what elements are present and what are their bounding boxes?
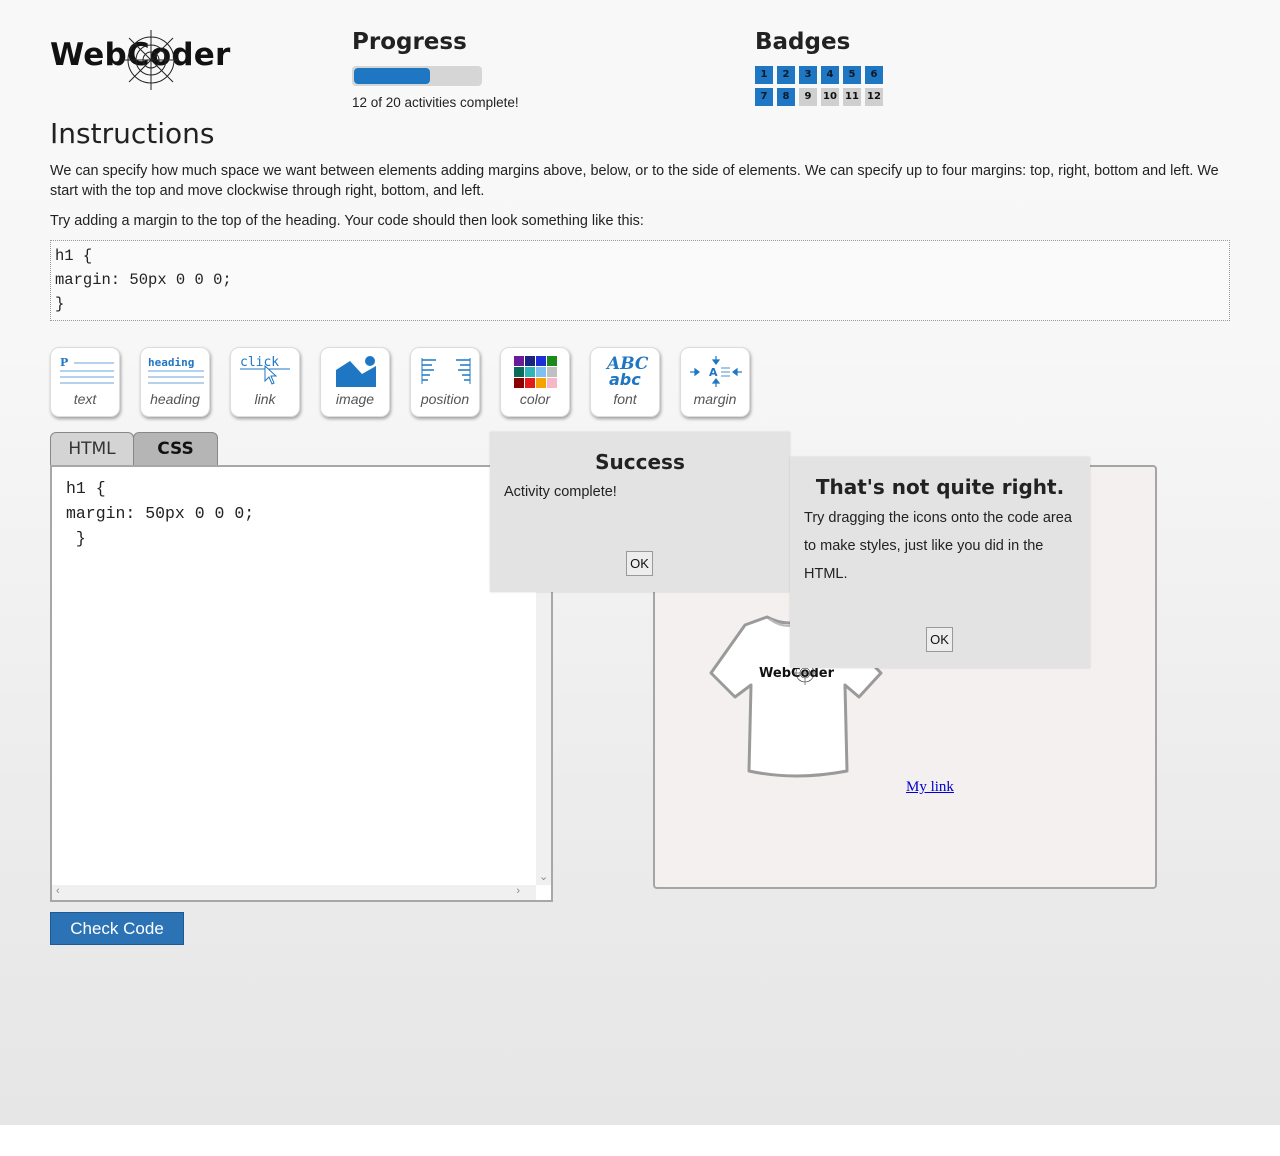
instructions-paragraph-2: Try adding a margin to the top of the he…: [50, 213, 644, 229]
badge-1: 1: [755, 66, 773, 84]
page-background: WebCoder Progress 12 of 20 activities co…: [0, 0, 1280, 1125]
instructions-title: Instructions: [50, 117, 215, 150]
progress-title: Progress: [352, 29, 467, 55]
font-icon: ABC abc: [605, 354, 649, 388]
link-icon: click: [240, 355, 290, 385]
badges-title: Badges: [755, 29, 851, 55]
font-icon-lower: abc: [609, 370, 641, 388]
badge-9: 9: [799, 88, 817, 106]
color-icon: [514, 356, 557, 388]
code-sample-line: h1 {: [55, 247, 93, 265]
tool-label: font: [613, 391, 637, 407]
tshirt-logo-text: WebCoder: [759, 666, 835, 681]
margin-icon: A: [690, 356, 742, 387]
image-icon: [336, 356, 376, 387]
badge-10: 10: [821, 88, 839, 106]
tool-label: position: [420, 391, 470, 407]
spider-web-icon: [123, 30, 179, 90]
my-link[interactable]: My link: [906, 779, 954, 796]
error-dialog: That's not quite right. Try dragging the…: [790, 457, 1090, 668]
scroll-down-icon[interactable]: ⌄: [539, 870, 548, 883]
position-icon: [421, 358, 471, 384]
badge-11: 11: [843, 88, 861, 106]
tool-font[interactable]: ABC abc font: [590, 347, 660, 417]
success-ok-button[interactable]: OK: [626, 551, 653, 576]
tool-position[interactable]: position: [410, 347, 480, 417]
tool-text[interactable]: P text: [50, 347, 120, 417]
heading-icon: heading: [148, 356, 204, 384]
badge-2: 2: [777, 66, 795, 84]
text-icon-letter: P: [60, 356, 68, 369]
badge-12: 12: [865, 88, 883, 106]
tool-label: color: [519, 391, 551, 407]
tool-label: text: [73, 391, 97, 407]
tool-label: image: [335, 391, 375, 407]
scroll-right-icon[interactable]: ›: [516, 885, 520, 897]
success-dialog: Success Activity complete! OK: [490, 432, 790, 592]
tool-link[interactable]: click link: [230, 347, 300, 417]
badge-4: 4: [821, 66, 839, 84]
editor-line: h1 {: [66, 479, 106, 498]
error-ok-button[interactable]: OK: [926, 627, 953, 652]
tool-image[interactable]: image: [320, 347, 390, 417]
horizontal-scrollbar[interactable]: ‹ ›: [52, 885, 536, 900]
badge-8: 8: [777, 88, 795, 106]
tool-heading[interactable]: heading heading: [140, 347, 210, 417]
margin-icon-letter: A: [709, 366, 718, 379]
webcoder-logo: WebCoder: [50, 28, 230, 92]
code-sample-line: margin: 50px 0 0 0;: [55, 271, 232, 289]
tool-label: margin: [693, 391, 737, 407]
code-sample: h1 { margin: 50px 0 0 0; }: [50, 240, 1230, 321]
editor-line: }: [66, 529, 86, 548]
error-dialog-title: That's not quite right.: [815, 475, 1065, 499]
heading-icon-text: heading: [148, 356, 194, 369]
badge-7: 7: [755, 88, 773, 106]
editor-line: margin: 50px 0 0 0;: [66, 504, 255, 523]
link-icon-text: click: [240, 355, 279, 370]
check-code-button[interactable]: Check Code: [50, 912, 184, 945]
tab-html[interactable]: HTML: [50, 432, 134, 465]
tool-margin[interactable]: A margin: [680, 347, 750, 417]
success-dialog-title: Success: [595, 450, 685, 474]
tool-label: heading: [150, 391, 200, 407]
code-sample-line: }: [55, 295, 65, 313]
tool-color[interactable]: color: [500, 347, 570, 417]
progress-bar-fill: [354, 68, 430, 84]
tool-label: link: [254, 391, 276, 407]
editor-content[interactable]: h1 { margin: 50px 0 0 0; }: [66, 476, 254, 551]
badge-3: 3: [799, 66, 817, 84]
success-dialog-message: Activity complete!: [504, 484, 617, 500]
css-code-editor[interactable]: h1 { margin: 50px 0 0 0; } ⌄ ‹ ›: [50, 465, 553, 902]
instructions-paragraph-1: We can specify how much space we want be…: [50, 163, 1219, 199]
progress-bar: [352, 66, 482, 86]
badge-6: 6: [865, 66, 883, 84]
text-icon: P: [60, 356, 114, 384]
badge-5: 5: [843, 66, 861, 84]
tab-css[interactable]: CSS: [133, 432, 218, 465]
error-dialog-message: Try dragging the icons onto the code are…: [804, 510, 1072, 582]
scroll-left-icon[interactable]: ‹: [56, 885, 60, 897]
progress-text: 12 of 20 activities complete!: [352, 95, 519, 110]
